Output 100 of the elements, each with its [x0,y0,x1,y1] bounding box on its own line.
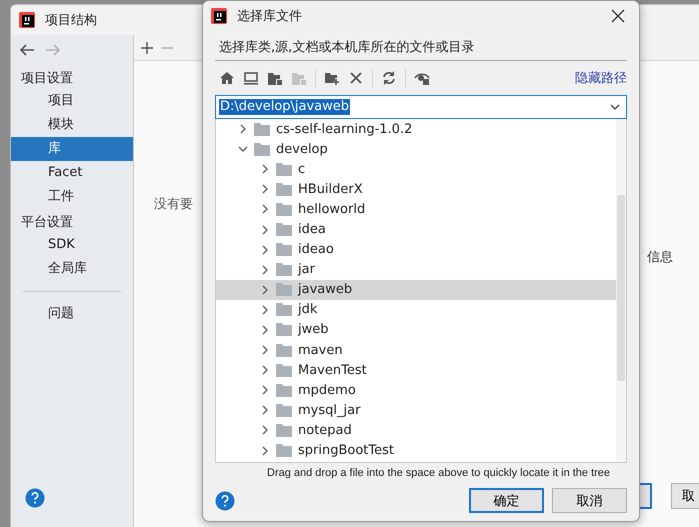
folder-icon [276,243,292,256]
tree-row[interactable]: jweb [216,320,616,340]
chevron-right-icon[interactable] [260,304,270,315]
tree-row[interactable]: cs-self-learning-1.0.2 [216,119,616,140]
folder-name: maven [298,342,343,358]
folder-name: HBuilderX [298,182,363,197]
ok-button[interactable]: 确定 [469,488,544,513]
help-icon[interactable] [215,490,235,510]
folder-name: javaweb [298,282,352,298]
folder-icon [276,182,292,196]
tree-row[interactable]: mpdemo [216,380,616,400]
tree-row[interactable]: idea [216,219,616,240]
instruction-text: 选择库类,源,文档或本机库所在的文件或目录 [219,40,474,55]
app-logo-icon [211,8,227,24]
section-header: 平台设置 [20,214,74,231]
scrollbar-thumb[interactable] [617,195,625,381]
tree-row[interactable]: mysql_jar [216,400,616,420]
hint-text: Drag and drop a file into the space above to quickly locate it in the tree [267,466,610,480]
window-title: 项目结构 [45,12,97,29]
close-icon[interactable] [348,70,364,86]
folder-icon [276,303,292,316]
chevron-right-icon[interactable] [260,446,270,456]
chevron-right-icon[interactable] [260,224,270,235]
folder-icon [276,384,292,397]
chevron-down-icon[interactable] [610,104,620,110]
tree-row[interactable]: maven [216,340,616,360]
new-folder-icon[interactable] [324,70,340,86]
folder-icon[interactable] [267,70,283,86]
folder-name: jdk [298,302,318,318]
tree-row[interactable]: javaweb [216,280,616,300]
folder-icon [276,344,292,357]
folder-icon [254,142,270,156]
dialog-title: 选择库文件 [237,8,302,25]
folder-name: MavenTest [298,362,367,378]
folder-name: helloworld [298,202,366,217]
folder-name: jar [298,262,315,278]
folder-icon [276,223,292,236]
tree-row[interactable]: c [216,159,616,180]
hide-path-link[interactable]: 隐藏路径 [575,69,627,87]
folder-name: mpdemo [298,382,356,398]
monitor-icon[interactable] [243,70,259,86]
folder-name: mysql_jar [298,402,360,418]
sidebar-item[interactable]: SDK [11,233,133,257]
sidebar-item[interactable]: 项目 [11,89,133,113]
refresh-icon[interactable] [381,70,397,86]
chevron-right-icon[interactable] [260,264,270,275]
sidebar-item[interactable]: 全局库 [11,257,133,281]
chevron-right-icon[interactable] [260,204,270,214]
folder-icon [276,323,292,336]
section-header: 项目设置 [20,70,74,87]
tree-row[interactable]: springBootTest [216,440,616,461]
tree-row[interactable]: MavenTest [216,360,616,380]
tree-row[interactable]: jdk [216,300,616,320]
chevron-right-icon[interactable] [260,164,270,174]
help-icon[interactable] [25,488,45,508]
cancel-button[interactable]: 取消 [552,488,627,513]
cancel-button[interactable]: 取 [671,483,699,509]
chevron-right-icon[interactable] [260,385,270,396]
folder-icon [276,404,292,417]
sidebar-item[interactable]: 问题 [11,302,133,326]
chevron-right-icon[interactable] [260,324,270,335]
path-field[interactable]: D:\develop\javaweb [215,95,627,119]
close-icon[interactable] [611,9,625,23]
sidebar-item[interactable]: Facet [11,161,133,185]
tree-row[interactable]: HBuilderX [216,179,616,200]
sidebar-item[interactable]: 库 [11,137,133,161]
folder-name: ideao [298,242,334,258]
folder-name: springBootTest [298,443,394,458]
tree-row[interactable]: notepad [216,420,616,440]
sidebar-item[interactable]: 模块 [11,113,133,137]
folder-icon [276,444,292,458]
chevron-right-icon[interactable] [260,405,270,416]
chevron-right-icon[interactable] [260,345,270,356]
chevron-right-icon[interactable] [260,365,270,376]
ok-button[interactable] [640,483,652,509]
chevron-down-icon[interactable] [238,144,248,154]
folder-name: idea [298,222,326,238]
add-icon[interactable] [141,42,153,54]
folder-icon [276,162,292,176]
tree-row[interactable]: jar [216,260,616,280]
tree-row[interactable]: helloworld [216,199,616,220]
folder-icon [276,424,292,437]
app-logo-icon [19,12,35,28]
chevron-right-icon[interactable] [260,184,270,194]
back-arrow-icon[interactable] [19,43,35,57]
chevron-right-icon[interactable] [238,124,248,134]
tree-row[interactable]: ideao [216,240,616,260]
folder-icon [276,202,292,216]
chevron-right-icon[interactable] [260,244,270,255]
tree-row[interactable]: develop [216,139,616,160]
chevron-right-icon[interactable] [260,425,270,436]
sidebar-item[interactable]: 工件 [11,185,133,209]
chevron-right-icon[interactable] [260,284,270,295]
folder-name: notepad [298,422,352,438]
folder-name: cs-self-learning-1.0.2 [276,122,412,137]
details-label: 信息 [647,249,673,266]
home-icon[interactable] [219,70,235,86]
folder-icon [276,364,292,377]
folder-icon [276,283,292,296]
folder-name: develop [276,142,328,157]
